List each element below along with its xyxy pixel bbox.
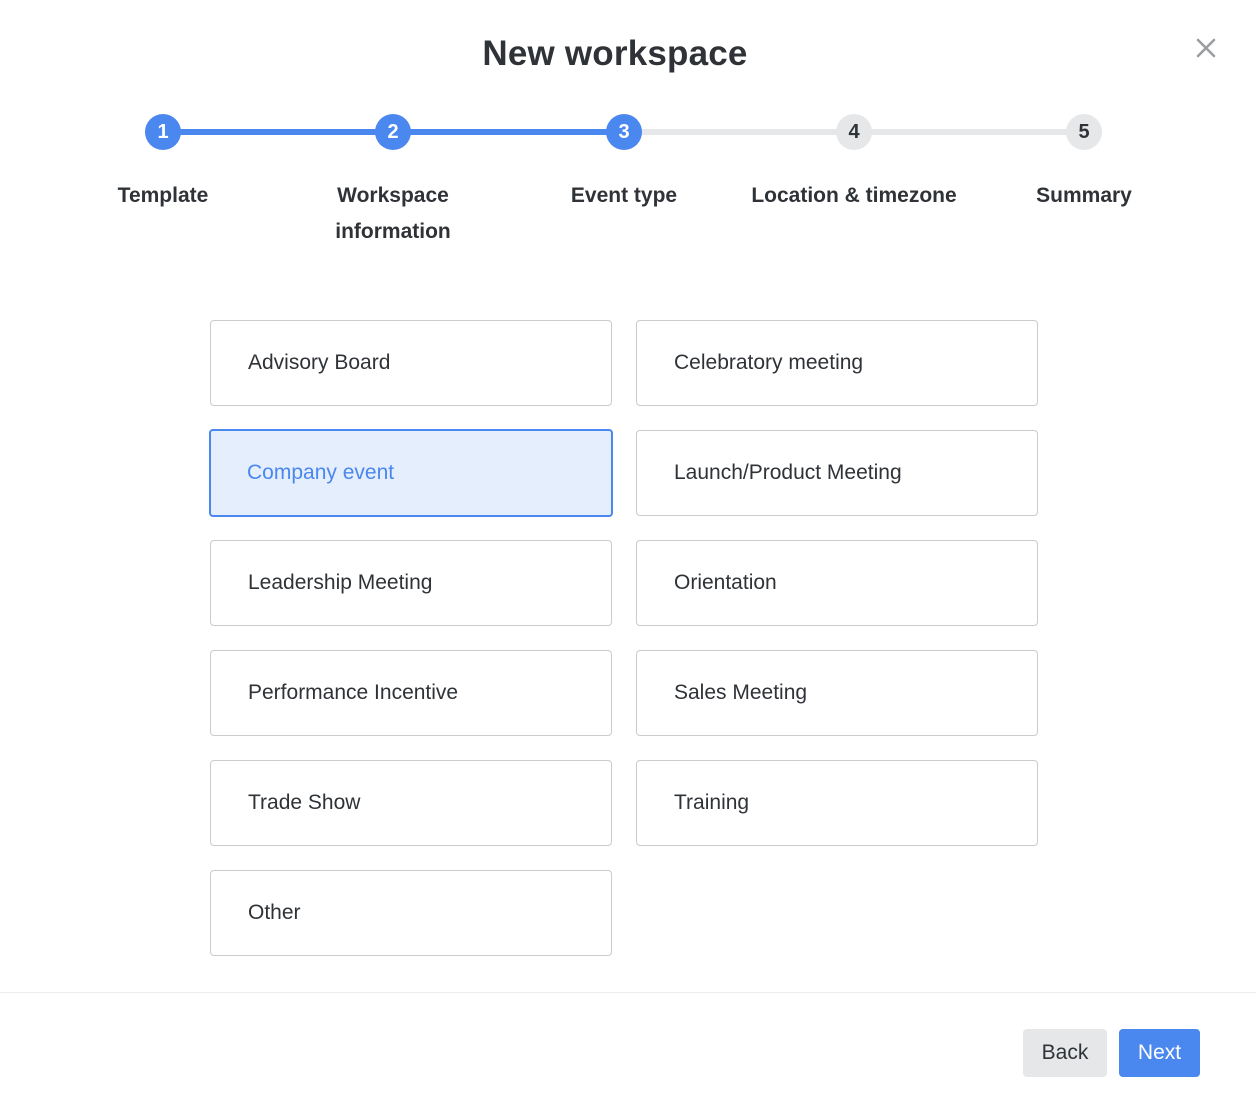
step-2-circle[interactable]: 2 bbox=[375, 114, 411, 150]
option-celebratory-meeting[interactable]: Celebratory meeting bbox=[636, 320, 1038, 406]
option-launch-product-meeting[interactable]: Launch/Product Meeting bbox=[636, 430, 1038, 516]
step-4-label: Location & timezone bbox=[751, 184, 957, 207]
back-button[interactable]: Back bbox=[1023, 1029, 1107, 1077]
step-5-circle: 5 bbox=[1066, 114, 1102, 150]
step-connector-4-5 bbox=[854, 129, 1084, 135]
option-advisory-board[interactable]: Advisory Board bbox=[210, 320, 612, 406]
step-connector-1-2 bbox=[163, 129, 393, 135]
progress-stepper: 1 2 3 4 5 Template Workspace information… bbox=[0, 0, 1256, 260]
step-4-circle: 4 bbox=[836, 114, 872, 150]
option-leadership-meeting[interactable]: Leadership Meeting bbox=[210, 540, 612, 626]
option-other[interactable]: Other bbox=[210, 870, 612, 956]
step-3-label: Event type bbox=[570, 184, 678, 207]
option-training[interactable]: Training bbox=[636, 760, 1038, 846]
footer-divider bbox=[0, 992, 1256, 993]
step-2-label: Workspace information bbox=[335, 184, 451, 243]
option-trade-show[interactable]: Trade Show bbox=[210, 760, 612, 846]
option-orientation[interactable]: Orientation bbox=[636, 540, 1038, 626]
new-workspace-dialog: New workspace 1 2 3 4 5 Template Workspa… bbox=[0, 0, 1256, 1108]
option-company-event[interactable]: Company event bbox=[209, 429, 613, 517]
step-3-circle[interactable]: 3 bbox=[606, 114, 642, 150]
next-button[interactable]: Next bbox=[1119, 1029, 1200, 1077]
step-connector-3-4 bbox=[624, 129, 854, 135]
step-connector-2-3 bbox=[393, 129, 624, 135]
option-sales-meeting[interactable]: Sales Meeting bbox=[636, 650, 1038, 736]
option-performance-incentive[interactable]: Performance Incentive bbox=[210, 650, 612, 736]
step-1-circle[interactable]: 1 bbox=[145, 114, 181, 150]
step-1-label: Template bbox=[117, 184, 209, 207]
step-5-label: Summary bbox=[1036, 184, 1132, 207]
